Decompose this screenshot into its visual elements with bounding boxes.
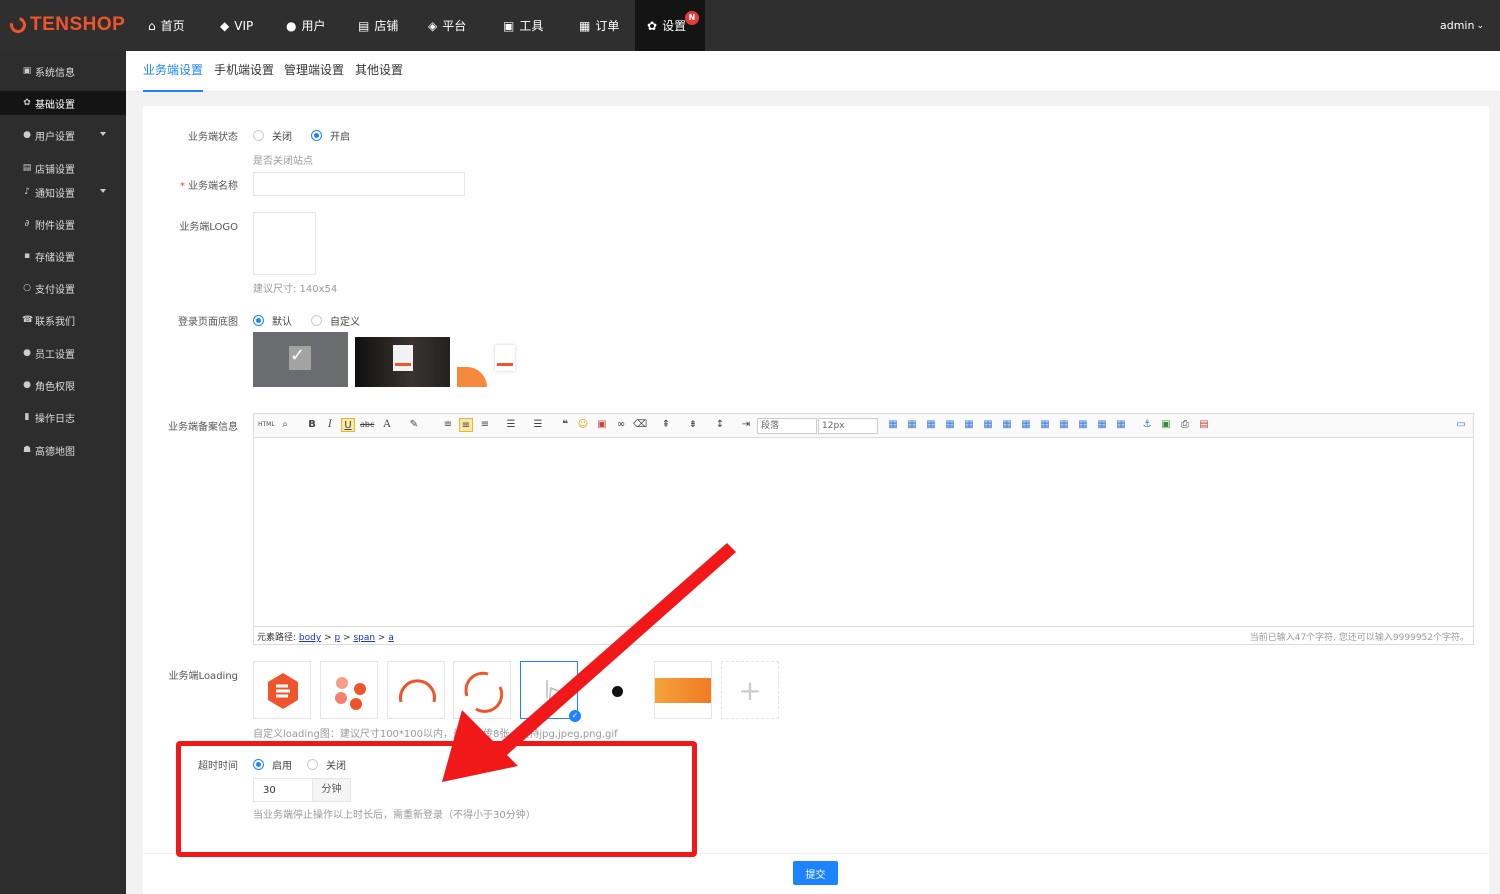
- annotation-arrow: [442, 543, 736, 782]
- arrow-shaft: [480, 543, 736, 770]
